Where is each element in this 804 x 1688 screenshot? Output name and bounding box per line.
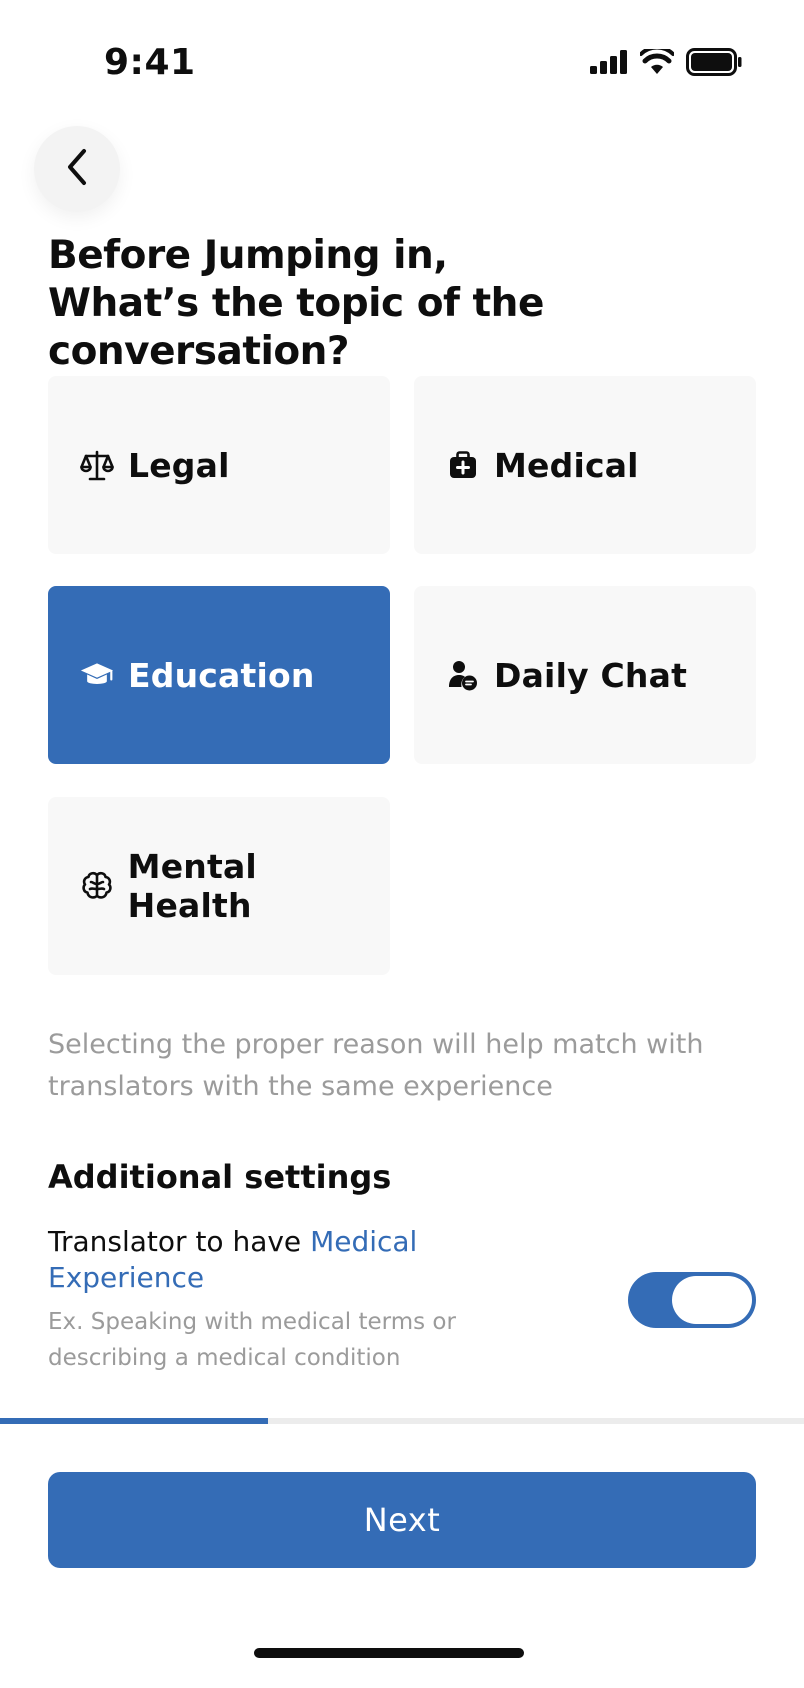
graduation-cap-icon bbox=[80, 658, 114, 692]
settings-heading: Additional settings bbox=[48, 1158, 392, 1196]
back-button[interactable] bbox=[34, 126, 120, 212]
person-chat-icon bbox=[446, 658, 480, 692]
hint-text: Selecting the proper reason will help ma… bbox=[48, 1029, 704, 1102]
page-title-line2: What’s the topic of the conversation? bbox=[48, 281, 544, 374]
page-title-line1: Before Jumping in, bbox=[48, 233, 448, 278]
topic-label: Medical bbox=[494, 445, 639, 485]
topic-card-education[interactable]: Education bbox=[48, 586, 390, 764]
topic-label: Mental Health bbox=[127, 847, 257, 925]
medical-experience-toggle[interactable] bbox=[628, 1272, 756, 1328]
brain-icon bbox=[80, 869, 114, 903]
topic-card-legal[interactable]: Legal bbox=[48, 376, 390, 554]
status-time: 9:41 bbox=[104, 42, 196, 83]
status-icons bbox=[590, 45, 742, 80]
topic-label: Education bbox=[128, 655, 315, 695]
option-description: Ex. Speaking with medical terms or descr… bbox=[48, 1309, 456, 1371]
battery-icon bbox=[686, 48, 742, 80]
cellular-signal-icon bbox=[590, 50, 628, 78]
progress-bar bbox=[0, 1418, 804, 1424]
topic-card-medical[interactable]: Medical bbox=[414, 376, 756, 554]
option-title-prefix: Translator to have bbox=[48, 1225, 311, 1258]
scale-icon bbox=[80, 448, 114, 482]
topic-card-mental-health[interactable]: Mental Health bbox=[48, 797, 390, 975]
option-title: Translator to have Medical Experience bbox=[48, 1224, 488, 1296]
page-title: Before Jumping in, What’s the topic of t… bbox=[48, 232, 768, 376]
next-button[interactable]: Next bbox=[48, 1472, 756, 1568]
medical-kit-icon bbox=[446, 448, 480, 482]
topic-card-daily-chat[interactable]: Daily Chat bbox=[414, 586, 756, 764]
topic-label: Daily Chat bbox=[494, 655, 688, 695]
topic-label: Legal bbox=[128, 445, 230, 485]
toggle-knob bbox=[672, 1276, 752, 1324]
wifi-icon bbox=[639, 45, 675, 79]
chevron-left-icon bbox=[62, 147, 92, 191]
home-indicator bbox=[254, 1648, 524, 1658]
progress-fill bbox=[0, 1418, 268, 1424]
